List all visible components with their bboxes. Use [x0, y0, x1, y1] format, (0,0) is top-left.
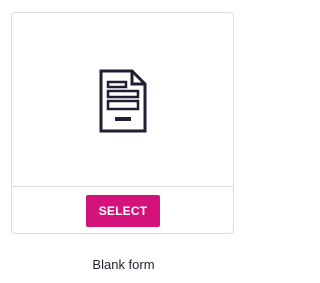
template-preview[interactable]	[12, 13, 233, 187]
template-card[interactable]: SELECT	[11, 12, 234, 234]
template-caption: Blank form	[92, 257, 155, 272]
card-action-area: SELECT	[12, 187, 233, 233]
select-button[interactable]: SELECT	[86, 195, 160, 227]
form-document-icon	[99, 69, 146, 132]
